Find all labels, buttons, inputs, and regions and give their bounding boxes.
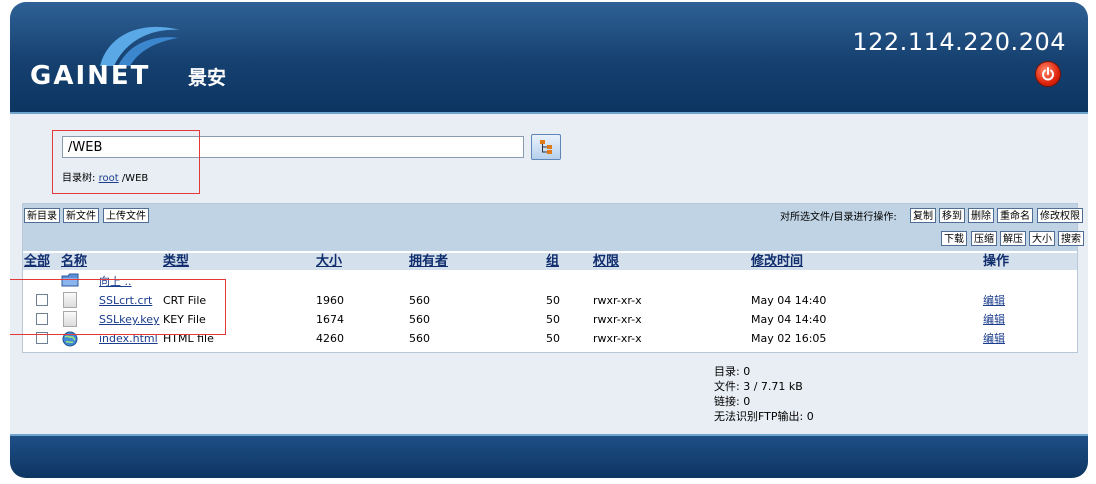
file-group: 50 [546, 313, 560, 326]
new-dir-button[interactable]: 新目录 [24, 208, 60, 223]
zip-button[interactable]: 压缩 [971, 231, 997, 246]
col-size[interactable]: 大小 [316, 253, 342, 270]
file-owner: 560 [409, 332, 430, 345]
stats-links: 链接: 0 [714, 395, 751, 408]
file-mtime: May 02 16:05 [751, 332, 827, 345]
stats-unknown: 无法识别FTP输出: 0 [714, 410, 814, 423]
stats-files: 文件: 3 / 7.71 kB [714, 380, 803, 393]
col-perm[interactable]: 权限 [593, 253, 619, 270]
footer-bar [10, 436, 1088, 478]
unzip-button[interactable]: 解压 [1000, 231, 1026, 246]
col-mtime[interactable]: 修改时间 [751, 253, 803, 270]
copy-button[interactable]: 复制 [910, 208, 936, 223]
file-size: 4260 [316, 332, 344, 345]
col-owner[interactable]: 拥有者 [409, 253, 448, 270]
power-icon[interactable] [1036, 62, 1060, 86]
edit-link[interactable]: 编辑 [983, 310, 1005, 329]
file-owner: 560 [409, 313, 430, 326]
size-button[interactable]: 大小 [1029, 231, 1055, 246]
file-perm: rwxr-xr-x [593, 332, 642, 345]
directory-tree-button[interactable] [531, 134, 561, 160]
col-select-all[interactable]: 全部 [24, 253, 50, 270]
file-size: 1674 [316, 313, 344, 326]
upload-button[interactable]: 上传文件 [103, 208, 149, 223]
move-button[interactable]: 移到 [939, 208, 965, 223]
svg-text:GAINET: GAINET [30, 61, 150, 91]
annotation-box-files [10, 279, 226, 335]
edit-link[interactable]: 编辑 [983, 291, 1005, 310]
file-manager-content: /WEB 目录树: root /WEB 新目录 新文件 上传文件 对所选文件/目… [10, 114, 1088, 436]
col-type[interactable]: 类型 [163, 253, 189, 270]
file-size: 1960 [316, 294, 344, 307]
ops-label: 对所选文件/目录进行操作: [780, 212, 897, 223]
edit-link[interactable]: 编辑 [983, 329, 1005, 348]
col-name[interactable]: 名称 [61, 253, 87, 270]
gainet-logo: GAINET 景安 [30, 26, 226, 91]
rename-button[interactable]: 重命名 [997, 208, 1033, 223]
file-perm: rwxr-xr-x [593, 313, 642, 326]
file-group: 50 [546, 332, 560, 345]
search-button[interactable]: 搜索 [1058, 231, 1084, 246]
delete-button[interactable]: 删除 [968, 208, 994, 223]
tree-icon [540, 140, 552, 154]
annotation-box-path [52, 130, 200, 194]
download-button[interactable]: 下载 [941, 231, 967, 246]
col-action: 操作 [983, 254, 1010, 269]
header-bar: GAINET 景安 122.114.220.204 [10, 2, 1088, 112]
file-mtime: May 04 14:40 [751, 294, 827, 307]
stats-dirs: 目录: 0 [714, 365, 751, 378]
server-ip: 122.114.220.204 [852, 28, 1066, 56]
svg-text:景安: 景安 [188, 66, 226, 89]
table-header: 全部 名称 类型 大小 拥有者 组 权限 修改时间 操作 [23, 253, 1077, 270]
file-mtime: May 04 14:40 [751, 313, 827, 326]
new-file-button[interactable]: 新文件 [63, 208, 99, 223]
chmod-button[interactable]: 修改权限 [1037, 208, 1083, 223]
file-group: 50 [546, 294, 560, 307]
file-owner: 560 [409, 294, 430, 307]
app-frame: GAINET 景安 122.114.220.204 /WEB 目录树: root… [10, 2, 1088, 478]
file-perm: rwxr-xr-x [593, 294, 642, 307]
file-toolbar: 新目录 新文件 上传文件 对所选文件/目录进行操作: 复制 移到 删除 重命名 … [23, 204, 1084, 251]
col-group[interactable]: 组 [546, 253, 559, 270]
directory-stats: 目录: 0 文件: 3 / 7.71 kB 链接: 0 无法识别FTP输出: 0 [714, 364, 814, 424]
